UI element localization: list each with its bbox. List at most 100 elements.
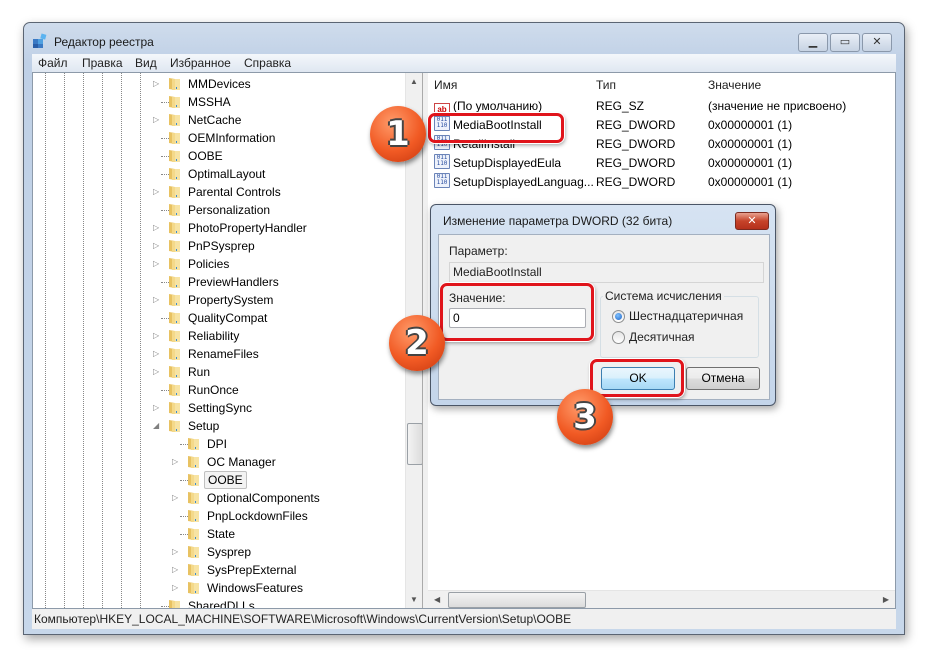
title-bar[interactable]: Редактор реестра ▁ ▭ ✕ [24, 23, 904, 57]
dword-value-icon: 011 110 [434, 154, 450, 169]
tree-node-label[interactable]: Parental Controls [185, 183, 284, 201]
expand-arrow-icon[interactable]: ▷ [172, 579, 182, 597]
value-data-cell: 0x00000001 (1) [708, 137, 793, 151]
tree-node-label[interactable]: PnpLockdownFiles [204, 507, 311, 525]
tree-node-label[interactable]: Run [185, 363, 213, 381]
expand-arrow-icon[interactable]: ▷ [153, 219, 163, 237]
value-type-cell: REG_DWORD [596, 137, 676, 151]
tree-node-label[interactable]: PhotoPropertyHandler [185, 219, 310, 237]
tree-node-label[interactable]: OC Manager [204, 453, 279, 471]
tree-node-label[interactable]: OOBE [185, 147, 226, 165]
close-button[interactable]: ✕ [862, 33, 892, 52]
tree-node-label[interactable]: MMDevices [185, 75, 254, 93]
menu-view[interactable]: Вид [135, 56, 157, 70]
expand-arrow-icon[interactable]: ▷ [153, 183, 163, 201]
value-data-cell: (значение не присвоено) [708, 99, 847, 113]
folder-icon [188, 456, 199, 468]
scroll-up-icon[interactable]: ▲ [410, 77, 418, 86]
maximize-button[interactable]: ▭ [830, 33, 860, 52]
expand-arrow-icon[interactable]: ▷ [153, 345, 163, 363]
expand-arrow-icon[interactable]: ▷ [153, 363, 163, 381]
tree-node-label[interactable]: WindowsFeatures [204, 579, 306, 597]
menu-file[interactable]: Файл [38, 56, 68, 70]
tree-node-label[interactable]: OptimalLayout [185, 165, 268, 183]
tree-node-label[interactable]: RunOnce [185, 381, 242, 399]
expand-arrow-icon[interactable]: ▷ [172, 489, 182, 507]
folder-icon [188, 546, 199, 558]
radio-decimal-label[interactable]: Десятичная [629, 330, 695, 344]
value-type-cell: REG_DWORD [596, 175, 676, 189]
value-row[interactable]: 011 110 SetupDisplayedEula REG_DWORD 0x00000… [428, 154, 895, 173]
menu-help[interactable]: Справка [244, 56, 291, 70]
minimize-button[interactable]: ▁ [798, 33, 828, 52]
tree-node-label[interactable]: Setup [185, 417, 222, 435]
expand-arrow-icon[interactable]: ▷ [153, 399, 163, 417]
folder-icon [188, 564, 199, 576]
folder-icon [169, 96, 180, 108]
radio-hexadecimal-label[interactable]: Шестнадцатеричная [629, 309, 743, 323]
expand-arrow-icon[interactable]: ▷ [153, 75, 163, 93]
tree-node-label[interactable]: OOBE [204, 471, 247, 489]
column-header-name[interactable]: Имя [434, 75, 457, 95]
scroll-down-icon[interactable]: ▼ [410, 595, 418, 604]
tree-node-label[interactable]: OptionalComponents [204, 489, 323, 507]
folder-icon [169, 132, 180, 144]
expand-arrow-icon[interactable]: ▷ [172, 543, 182, 561]
folder-icon [169, 114, 180, 126]
tree-scroll-thumb[interactable] [407, 423, 422, 465]
list-scroll-thumb[interactable] [448, 592, 586, 608]
cancel-button[interactable]: Отмена [686, 367, 760, 390]
tree-node-label[interactable]: PreviewHandlers [185, 273, 282, 291]
value-data-cell: 0x00000001 (1) [708, 175, 793, 189]
tree-node-label[interactable]: DPI [204, 435, 230, 453]
column-header-type[interactable]: Тип [596, 75, 616, 95]
tree-node-label[interactable]: PnPSysprep [185, 237, 258, 255]
tree-node-label[interactable]: Policies [185, 255, 232, 273]
tree-guide-line [140, 73, 141, 608]
folder-icon [169, 402, 180, 414]
expand-arrow-icon[interactable]: ▷ [153, 255, 163, 273]
radio-decimal[interactable] [612, 331, 625, 344]
folder-icon [169, 78, 180, 90]
param-label: Параметр: [449, 244, 508, 258]
expand-arrow-icon[interactable]: ▷ [172, 561, 182, 579]
menu-favorites[interactable]: Избранное [170, 56, 231, 70]
scroll-left-icon[interactable]: ◀ [434, 595, 440, 604]
tree-node-label[interactable]: QualityCompat [185, 309, 270, 327]
list-horizontal-scrollbar[interactable]: ◀ ▶ [428, 590, 895, 608]
tree-node-label[interactable]: OEMInformation [185, 129, 278, 147]
value-name-cell: 011 110 SetupDisplayedLanguag... [434, 173, 594, 192]
radio-hexadecimal[interactable] [612, 310, 625, 323]
expand-arrow-icon[interactable]: ▷ [153, 327, 163, 345]
expand-arrow-icon[interactable]: ▷ [153, 111, 163, 129]
tree-node-label[interactable]: MSSHA [185, 93, 234, 111]
expand-arrow-icon[interactable]: ▷ [172, 453, 182, 471]
value-name: (По умолчанию) [453, 99, 543, 113]
status-bar-path: Компьютер\HKEY_LOCAL_MACHINE\SOFTWARE\Mi… [32, 609, 896, 629]
tree-node-label[interactable]: PropertySystem [185, 291, 276, 309]
dialog-close-button[interactable]: ✕ [735, 212, 769, 230]
tree-node-label[interactable]: RenameFiles [185, 345, 262, 363]
tree-node-label[interactable]: SettingSync [185, 399, 255, 417]
tree-node-label[interactable]: Sysprep [204, 543, 254, 561]
base-group-title: Система исчисления [603, 289, 724, 303]
tree-node-label[interactable]: State [204, 525, 238, 543]
menu-edit[interactable]: Правка [82, 56, 123, 70]
tree-node-label[interactable]: SysPrepExternal [204, 561, 299, 579]
value-row[interactable]: 011 110 SetupDisplayedLanguag... REG_DWORD 0… [428, 173, 895, 192]
tree-node-label[interactable]: Personalization [185, 201, 273, 219]
collapse-arrow-icon[interactable]: ◢ [153, 417, 163, 435]
tree-node-label[interactable]: NetCache [185, 111, 244, 129]
close-icon: ✕ [747, 215, 757, 227]
folder-icon [169, 312, 180, 324]
tree-node-label[interactable]: Reliability [185, 327, 242, 345]
expand-arrow-icon[interactable]: ▷ [153, 237, 163, 255]
folder-icon [169, 240, 180, 252]
scroll-right-icon[interactable]: ▶ [883, 595, 889, 604]
expand-arrow-icon[interactable]: ▷ [153, 291, 163, 309]
column-header-value[interactable]: Значение [708, 75, 761, 95]
tree-node-label[interactable]: SharedDLLs [185, 597, 258, 608]
folder-icon [169, 276, 180, 288]
tree-guide-line [64, 73, 65, 608]
value-name-cell: 011 110 SetupDisplayedEula [434, 154, 561, 173]
